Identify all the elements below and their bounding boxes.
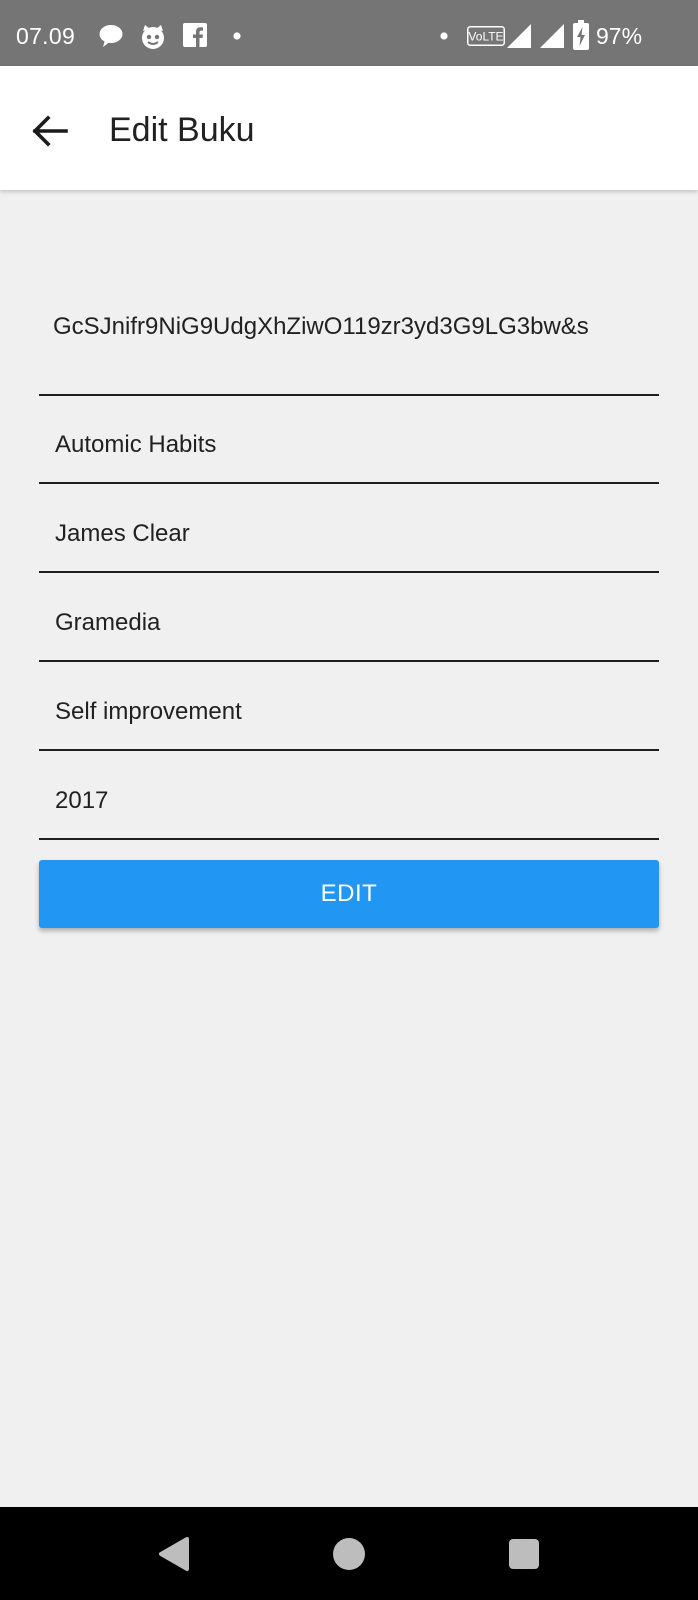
volte-label: VoLTE [468,30,503,44]
navigation-bar [0,1507,698,1600]
publisher-input[interactable] [55,588,643,658]
author-field[interactable] [39,499,659,573]
battery-percent: 97% [596,23,643,49]
notification-dot-icon [233,32,241,40]
cat-face-icon [142,25,164,49]
nav-back-button[interactable] [157,1536,191,1577]
app-bar: Edit Buku [0,66,698,190]
status-time: 07.09 [16,23,76,49]
back-button[interactable] [24,106,74,156]
year-field[interactable] [39,766,659,840]
author-input[interactable] [55,499,643,569]
year-input[interactable] [55,766,643,836]
image-url-field[interactable] [39,262,659,396]
image-url-input[interactable] [53,262,659,392]
book-title-input[interactable] [55,410,643,480]
signal-icon [540,24,564,48]
edit-button[interactable]: EDIT [39,860,659,928]
nav-recents-button[interactable] [509,1539,539,1574]
status-bar: 07.09 VoLTE 97% [0,0,698,66]
home-circle-icon[interactable] [332,1537,366,1571]
arrow-left-icon[interactable] [24,106,74,156]
page-title: Edit Buku [109,111,255,149]
recents-square-icon[interactable] [509,1539,539,1569]
signal-icon [507,24,531,48]
notification-dot-icon [440,32,448,40]
chat-bubble-icon [99,25,123,47]
back-triangle-icon[interactable] [157,1536,191,1572]
volte-icon: VoLTE [467,26,505,46]
category-input[interactable] [55,677,643,747]
battery-charging-icon [573,20,589,50]
publisher-field[interactable] [39,588,659,662]
category-field[interactable] [39,677,659,751]
book-title-field[interactable] [39,410,659,484]
facebook-icon [183,23,207,47]
nav-home-button[interactable] [332,1537,366,1576]
